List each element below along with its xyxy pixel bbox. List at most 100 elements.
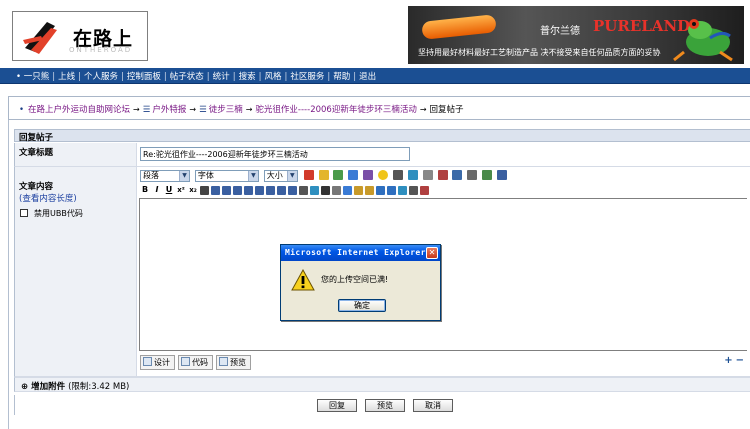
- title-label: 文章标题: [19, 148, 54, 158]
- undo-icon[interactable]: [376, 186, 385, 195]
- nav-item[interactable]: 一只熊: [24, 72, 50, 82]
- emoticon-icon[interactable]: [378, 170, 388, 180]
- nav-separator: |: [121, 72, 124, 82]
- indent-icon[interactable]: [288, 186, 297, 195]
- anchor-icon[interactable]: [310, 186, 319, 195]
- nav-item[interactable]: 帮助: [333, 72, 350, 82]
- breadcrumb-link[interactable]: 徒步三楠: [209, 105, 243, 115]
- breadcrumb-link[interactable]: 驼光徂作业----2006迎新年徒步环三楠活动: [255, 105, 416, 115]
- footer-strip: [8, 419, 750, 429]
- copy-icon[interactable]: [343, 186, 352, 195]
- alert-dialog: Microsoft Internet Explorer ✕ 您的上传空间已满! …: [280, 244, 441, 321]
- nav-item[interactable]: 搜索: [239, 72, 256, 82]
- checkbox-insert-icon[interactable]: [482, 170, 493, 180]
- nav-item[interactable]: 社区服务: [290, 72, 324, 82]
- chevron-down-icon: ▼: [247, 171, 258, 181]
- ok-button[interactable]: 确定: [338, 299, 386, 312]
- format-button[interactable]: U: [164, 185, 174, 195]
- main-nav: • 一只熊 | 上线 | 个人服务 | 控制面板 | 帖子状态 | 统计 | 搜索 | 风格 | 社区服务 | 帮助…: [0, 68, 750, 84]
- breadcrumb-link[interactable]: 在路上户外运动自助网论坛: [28, 105, 130, 115]
- nav-item[interactable]: 统计: [213, 72, 230, 82]
- nav-separator: |: [206, 72, 210, 82]
- redo-icon[interactable]: [387, 186, 396, 195]
- table-icon[interactable]: [422, 170, 433, 180]
- nav-item[interactable]: 个人服务: [84, 72, 118, 82]
- justify-icon[interactable]: [244, 186, 253, 195]
- strikethrough-icon[interactable]: [200, 186, 209, 195]
- symbol-icon[interactable]: [392, 170, 403, 180]
- title-field-cell: Re:驼光徂作业----2006迎新年徒步环三楠活动: [136, 143, 750, 167]
- editor-textarea[interactable]: [139, 198, 747, 351]
- format-button[interactable]: I: [152, 185, 162, 195]
- content-label-cell: 文章内容 (查看内容长度): [14, 167, 136, 377]
- align-center-icon[interactable]: [222, 186, 231, 195]
- code-icon: [181, 357, 190, 366]
- editor-tab[interactable]: 代码: [178, 355, 213, 370]
- clean-icon[interactable]: [420, 186, 429, 195]
- nav-item[interactable]: 控制面板: [127, 72, 161, 82]
- format-button[interactable]: B: [140, 185, 150, 195]
- shrink-editor-button[interactable]: −: [736, 355, 744, 366]
- text-color-icon[interactable]: [303, 170, 314, 180]
- form-actions: 回复 预览 取消: [14, 395, 750, 415]
- link-icon[interactable]: [407, 170, 418, 180]
- ubb-option[interactable]: 禁用UBB代码: [20, 208, 83, 219]
- format-button[interactable]: x²: [176, 185, 186, 195]
- cancel-button[interactable]: 取消: [413, 399, 453, 412]
- chevron-down-icon: ▼: [286, 171, 297, 181]
- title-input[interactable]: Re:驼光徂作业----2006迎新年徒步环三楠活动: [140, 147, 410, 161]
- paragraph-select[interactable]: 段落 ▼: [140, 170, 190, 182]
- editor-cell: 段落 ▼ 字体 ▼ 大小 ▼ B I Ux² x₂ 设计 代码 预览 + −: [136, 167, 750, 377]
- design-icon: [143, 357, 152, 366]
- editor-tab-label: 预览: [230, 358, 246, 367]
- outdent-icon[interactable]: [277, 186, 286, 195]
- superscript-icon[interactable]: [299, 186, 308, 195]
- nav-bullet: •: [16, 72, 24, 82]
- find-icon[interactable]: [398, 186, 407, 195]
- attachment-limit: (限制:3.42 MB): [68, 382, 130, 392]
- align-right-icon[interactable]: [233, 186, 242, 195]
- flash-icon[interactable]: [348, 170, 359, 180]
- editor-tab-label: 设计: [154, 358, 170, 367]
- align-left-icon[interactable]: [211, 186, 220, 195]
- editor-tab[interactable]: 设计: [140, 355, 175, 370]
- breadcrumb-arrow: →: [189, 105, 197, 114]
- close-icon[interactable]: ✕: [426, 247, 438, 259]
- reply-button[interactable]: 回复: [317, 399, 357, 412]
- format-button[interactable]: x₂: [188, 185, 198, 195]
- preview-button[interactable]: 预览: [365, 399, 405, 412]
- site-logo[interactable]: 在路上 ONTHEROAD: [12, 11, 148, 61]
- editor-tab[interactable]: 预览: [216, 355, 251, 370]
- ordered-list-icon[interactable]: [255, 186, 264, 195]
- ubb-checkbox[interactable]: [20, 209, 28, 217]
- radio-insert-icon[interactable]: [497, 170, 507, 180]
- size-select[interactable]: 大小 ▼: [263, 170, 298, 182]
- highlight-icon[interactable]: [318, 170, 329, 180]
- print-icon[interactable]: [409, 186, 418, 195]
- content-length-link[interactable]: (查看内容长度): [19, 192, 136, 204]
- hr-icon[interactable]: [467, 170, 478, 180]
- media-icon[interactable]: [363, 170, 374, 180]
- cut-icon[interactable]: [332, 186, 341, 195]
- preview-icon: [219, 357, 228, 366]
- paste-text-icon[interactable]: [365, 186, 374, 195]
- nav-item[interactable]: 退出: [359, 72, 376, 82]
- nav-item[interactable]: 风格: [264, 72, 281, 82]
- paste-icon[interactable]: [354, 186, 363, 195]
- code-icon[interactable]: [452, 170, 463, 180]
- cursor-icon[interactable]: [321, 186, 330, 195]
- editor-toolbar-bottom: B I Ux² x₂: [140, 185, 431, 196]
- nav-separator: |: [163, 72, 167, 82]
- nav-item[interactable]: 帖子状态: [170, 72, 204, 82]
- editor-mode-tabs: 设计 代码 预览: [140, 355, 254, 370]
- expand-editor-button[interactable]: +: [724, 355, 732, 366]
- font-select[interactable]: 字体 ▼: [194, 170, 259, 182]
- ad-banner[interactable]: 普尔兰德 PURELAND 坚持用最好材料最好工艺制造产品 决不接受来自任何品质…: [408, 6, 744, 64]
- attachment-row[interactable]: ⊕ 增加附件 (限制:3.42 MB): [14, 377, 750, 392]
- unordered-list-icon[interactable]: [266, 186, 275, 195]
- nav-item[interactable]: 上线: [58, 72, 75, 82]
- frog-image: [673, 19, 733, 62]
- breadcrumb-link[interactable]: 户外特报: [152, 105, 186, 115]
- quote-icon[interactable]: [437, 170, 448, 180]
- image-icon[interactable]: [333, 170, 344, 180]
